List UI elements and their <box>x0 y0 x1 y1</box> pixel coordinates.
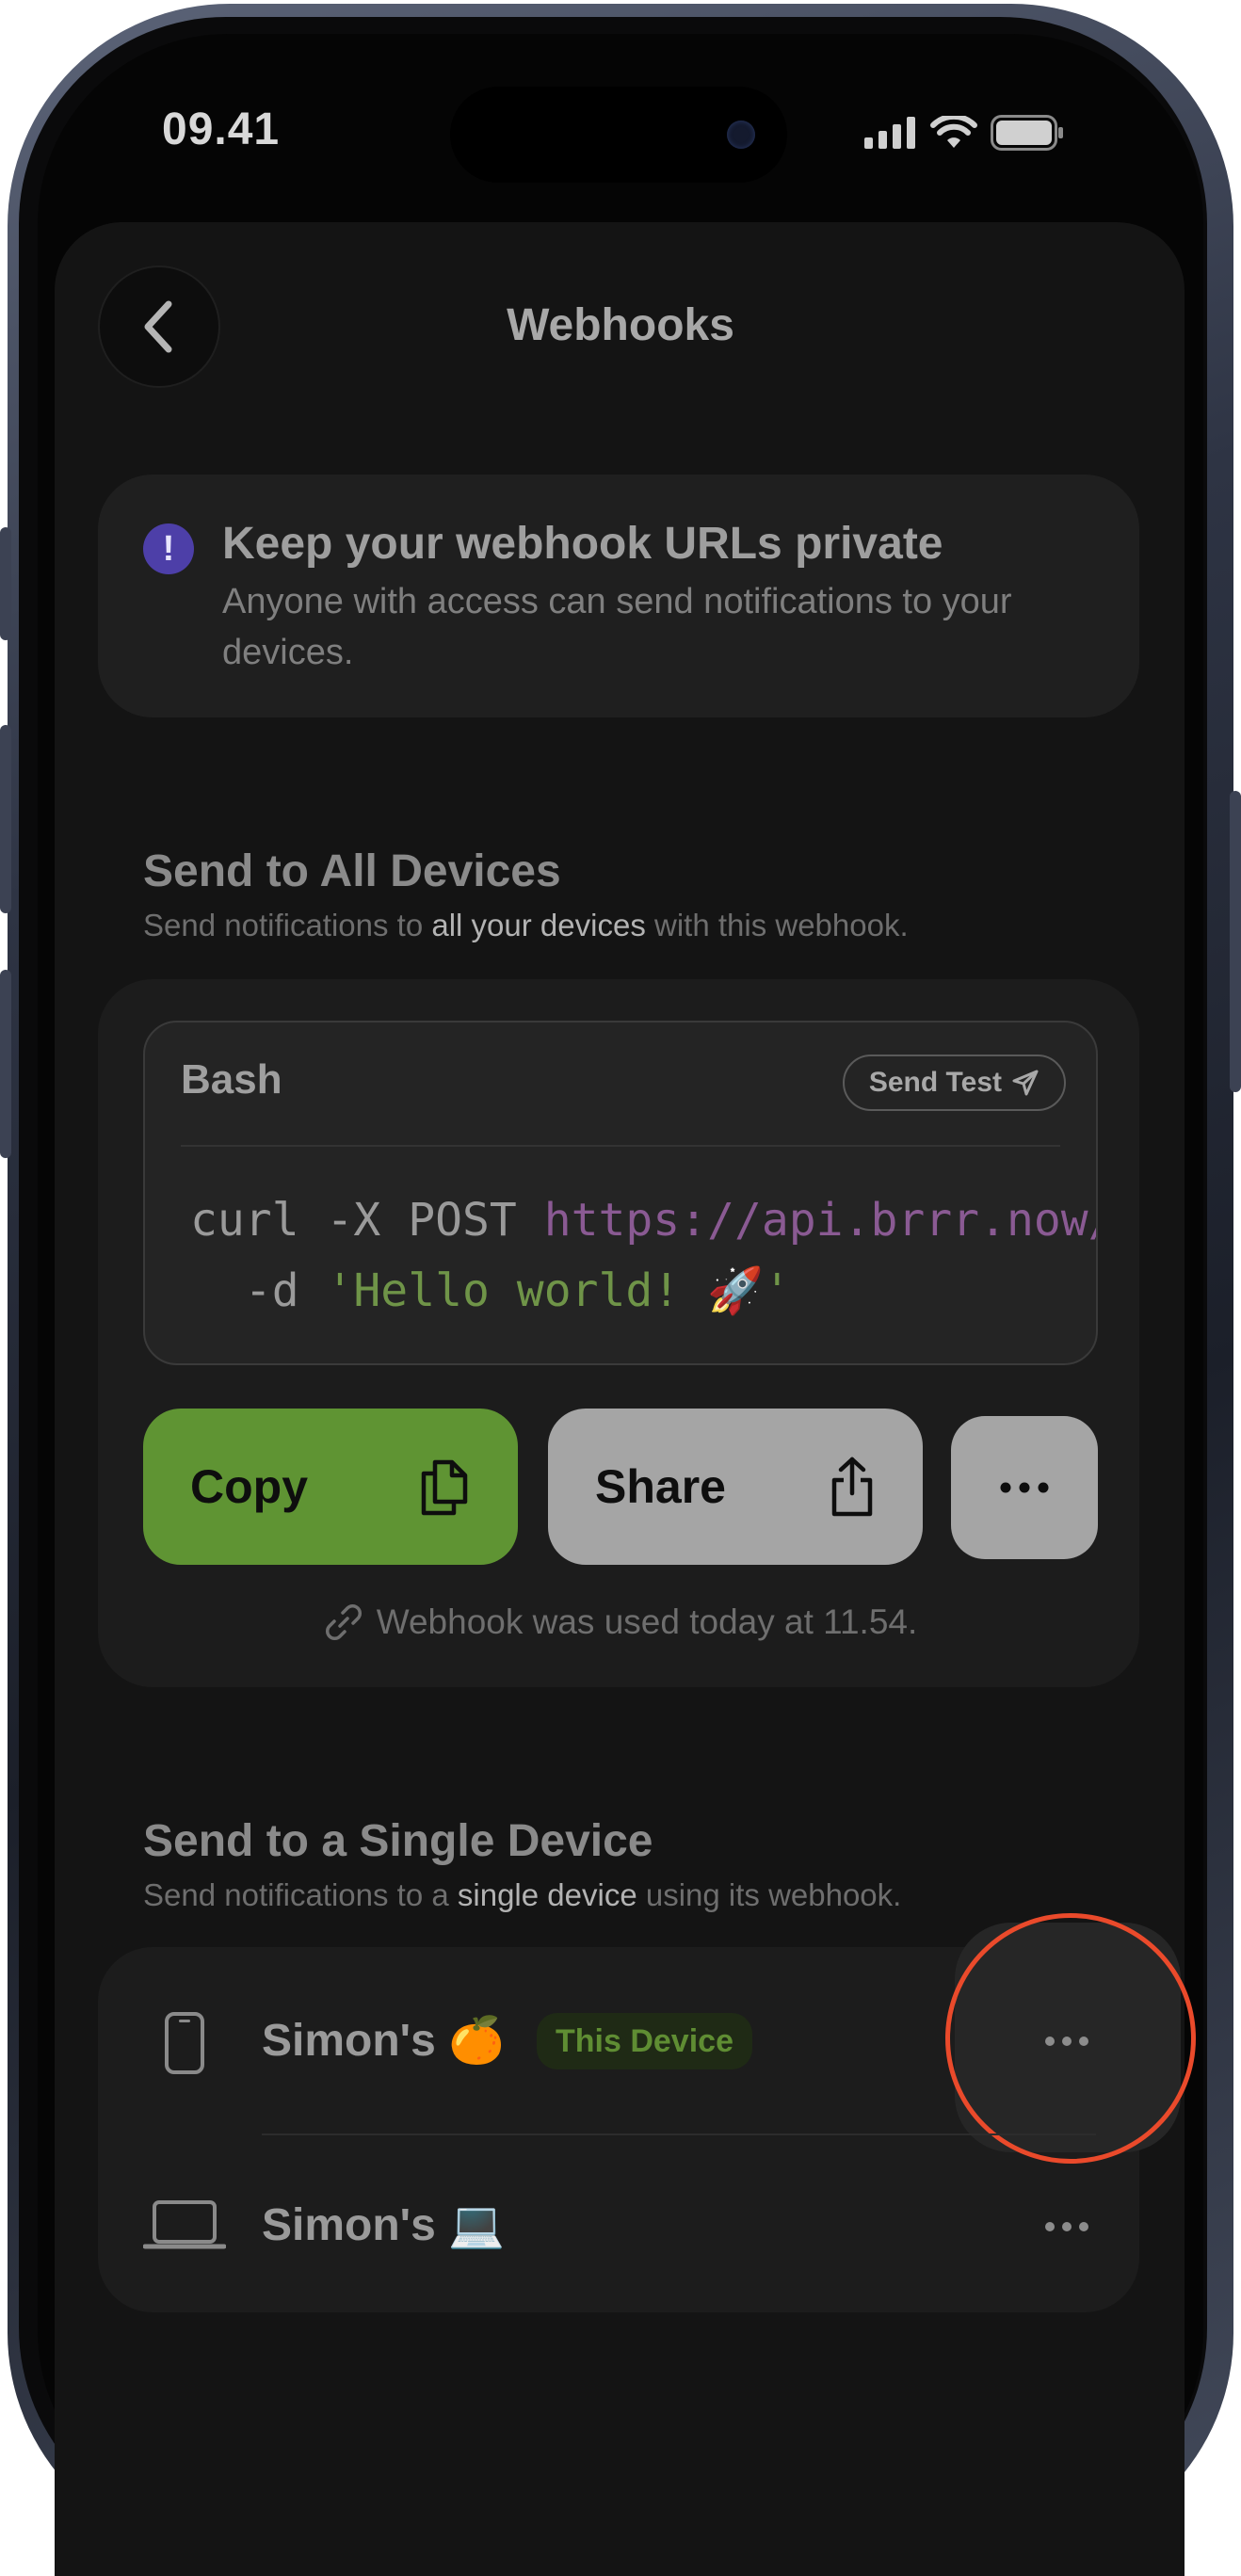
subtitle-emphasis: single device <box>457 1877 637 1912</box>
device-divider <box>262 2133 1096 2135</box>
share-label: Share <box>595 1460 726 1513</box>
dot <box>1045 2222 1055 2231</box>
device-name: Simon's 🍊 <box>262 2016 505 2066</box>
code-url: https://api.brrr.now/v1/ <box>543 1194 1096 1247</box>
more-options-button[interactable] <box>951 1416 1098 1559</box>
battery-icon <box>991 115 1063 151</box>
section-title-all-devices: Send to All Devices <box>143 846 561 896</box>
subtitle-text: with this webhook. <box>645 908 909 942</box>
share-icon <box>831 1457 873 1517</box>
link-icon <box>325 1603 362 1641</box>
code-line-1: curl -X POST https://api.brrr.now/v1/ <box>190 1194 1096 1247</box>
code-command: curl -X POST <box>190 1194 544 1247</box>
subtitle-text: using its webhook. <box>637 1877 902 1912</box>
signal-icon <box>864 117 915 149</box>
code-flag: -d <box>190 1264 327 1317</box>
paper-plane-icon <box>1012 1070 1039 1096</box>
this-device-badge: This Device <box>537 2013 752 2069</box>
wifi-icon <box>930 116 977 148</box>
highlight-ring <box>945 1913 1196 2164</box>
phone-icon <box>164 2011 205 2080</box>
share-button[interactable]: Share <box>548 1409 923 1565</box>
action-button <box>0 527 11 640</box>
code-language: Bash <box>181 1056 282 1103</box>
section-subtitle-all-devices: Send notifications to all your devices w… <box>143 908 909 943</box>
alert-title: Keep your webhook URLs private <box>222 519 943 569</box>
subtitle-text: Send notifications to <box>143 908 432 942</box>
laptop-icon <box>142 2199 227 2257</box>
subtitle-emphasis: all your devices <box>431 908 646 942</box>
usage-text: Webhook was used today at 11.54. <box>376 1602 918 1641</box>
copy-button[interactable]: Copy <box>143 1409 518 1565</box>
dot <box>1062 2222 1072 2231</box>
page-title: Webhooks <box>507 300 734 350</box>
exclamation-icon: ! <box>143 523 194 574</box>
dot <box>1079 2222 1088 2231</box>
webhook-usage: Webhook was used today at 11.54. <box>0 1602 1241 1642</box>
code-snippet[interactable]: Bash Send Test curl -X POST https://api.… <box>143 1021 1098 1365</box>
dynamic-island <box>450 87 787 183</box>
code-line-2: -d 'Hello world! 🚀' <box>190 1264 791 1317</box>
camera-icon <box>727 121 755 149</box>
send-test-label: Send Test <box>868 1067 1002 1098</box>
copy-icon <box>421 1459 468 1516</box>
section-subtitle-single-device: Send notifications to a single device us… <box>143 1877 901 1913</box>
section-title-single-device: Send to a Single Device <box>143 1816 653 1866</box>
code-string: 'Hello world! 🚀' <box>326 1264 791 1317</box>
volume-down-button <box>0 970 11 1158</box>
volume-up-button <box>0 725 11 913</box>
device-menu-button[interactable] <box>1045 2222 1088 2231</box>
alert-body: Anyone with access can send notification… <box>222 582 1012 672</box>
status-time: 09.41 <box>162 105 281 154</box>
code-divider <box>181 1145 1060 1147</box>
copy-label: Copy <box>190 1460 308 1513</box>
ellipsis-icon <box>1000 1482 1049 1493</box>
subtitle-text: Send notifications to a <box>143 1877 458 1912</box>
power-button <box>1230 791 1241 1092</box>
device-name: Simon's 💻 <box>262 2200 505 2250</box>
status-icons <box>864 115 1064 151</box>
send-test-button[interactable]: Send Test <box>842 1055 1066 1111</box>
